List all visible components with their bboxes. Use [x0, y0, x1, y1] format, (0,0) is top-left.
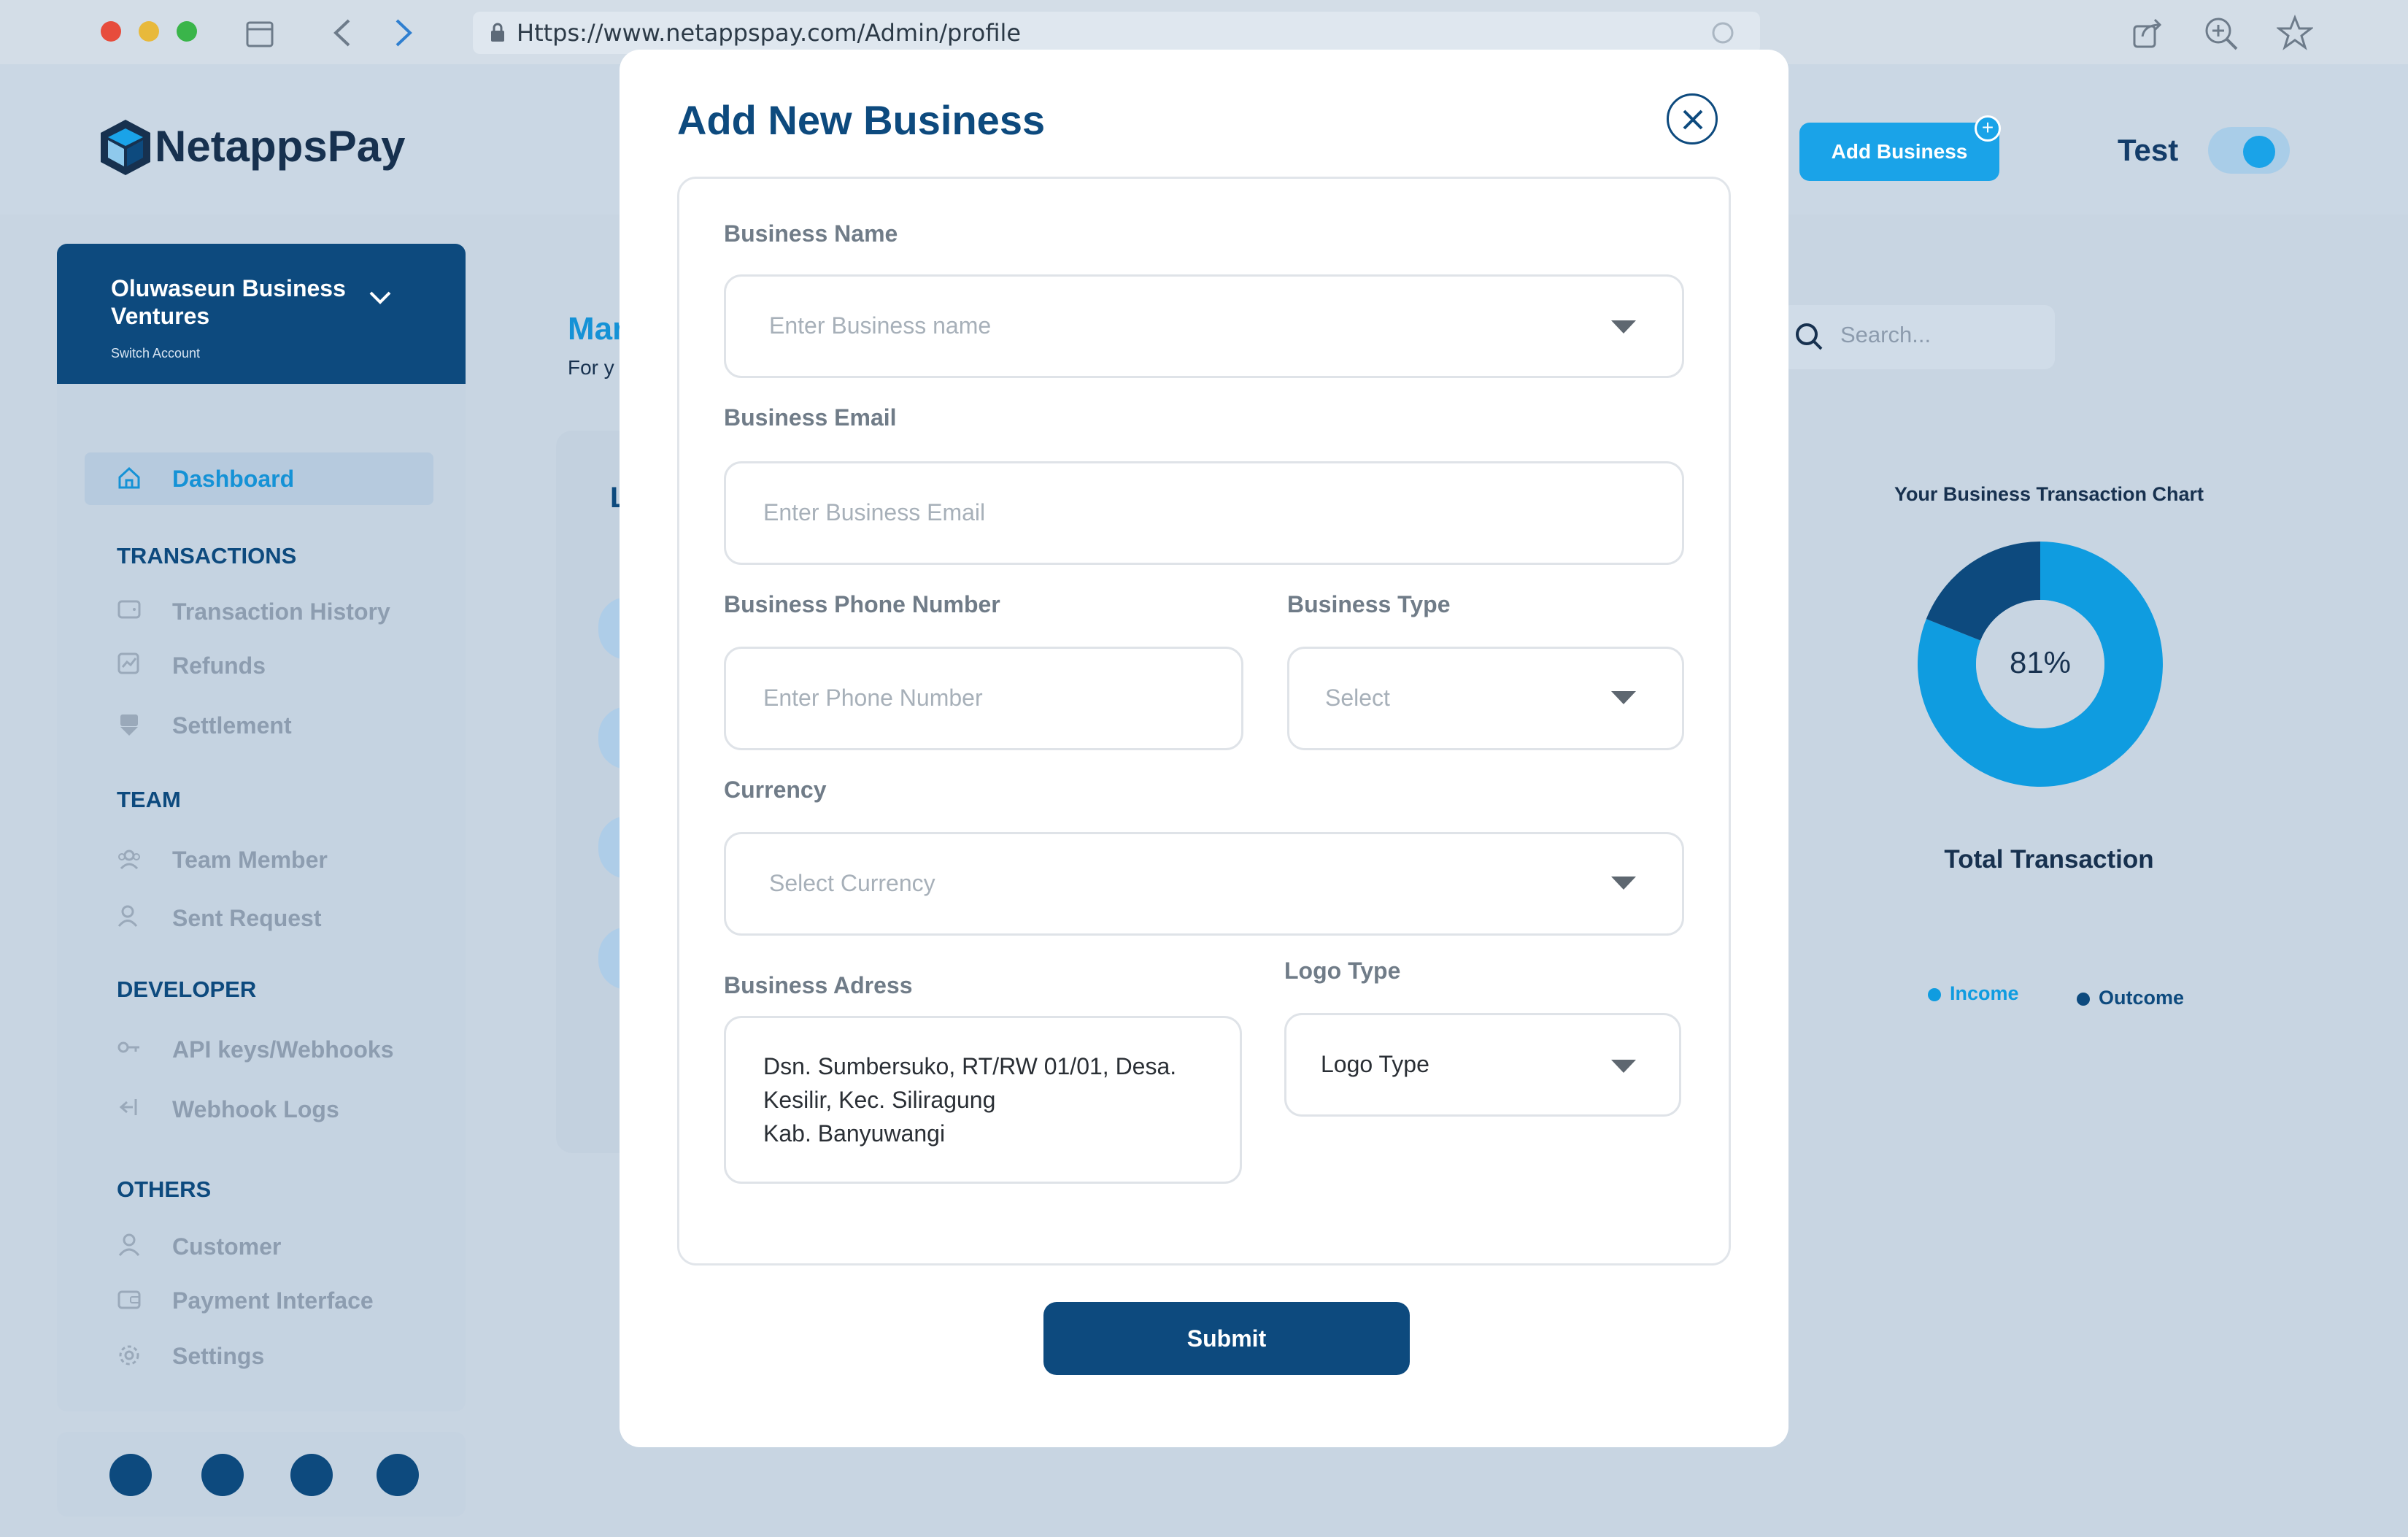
sidebar-item-api-keys[interactable]: API keys/Webhooks [172, 1036, 394, 1063]
maximize-window-icon[interactable] [177, 21, 197, 42]
help-icon[interactable] [201, 1454, 244, 1496]
caret-down-icon [1611, 1060, 1636, 1073]
forward-arrow-icon[interactable] [393, 18, 414, 48]
address-line: Dsn. Sumbersuko, RT/RW 01/01, Desa. [763, 1053, 1177, 1079]
business-address-value: Dsn. Sumbersuko, RT/RW 01/01, Desa. Kesi… [763, 1049, 1176, 1150]
team-icon [118, 850, 140, 870]
gear-icon [119, 1345, 139, 1365]
share-icon[interactable] [2131, 16, 2164, 50]
business-phone-placeholder: Enter Phone Number [763, 685, 983, 711]
section-title-developer: DEVELOPER [117, 976, 257, 1002]
sidebar-item-webhook-logs[interactable]: Webhook Logs [172, 1096, 339, 1123]
chevron-down-icon[interactable] [368, 289, 393, 307]
chart-caption: Total Transaction [1944, 845, 2154, 874]
sent-request-icon [117, 905, 138, 927]
legend-label-outcome: Outcome [2099, 987, 2185, 1009]
legend-label-income: Income [1950, 982, 2019, 1004]
settlement-icon [120, 714, 138, 736]
chart-center-value: 81% [2009, 645, 2072, 679]
reload-icon[interactable] [1710, 20, 1735, 45]
page-title: Mar [568, 311, 625, 347]
customer-icon [118, 1233, 140, 1256]
logout-icon[interactable] [377, 1454, 419, 1496]
business-name-placeholder: Enter Business name [769, 312, 992, 339]
bookmark-star-icon[interactable] [2277, 15, 2313, 51]
refund-chart-icon [117, 652, 139, 674]
toggle-knob [2243, 136, 2275, 168]
home-icon [118, 466, 140, 489]
business-email-label: Business Email [724, 404, 897, 431]
section-title-team: TEAM [117, 787, 181, 812]
sidebar-item-sent-request[interactable]: Sent Request [172, 905, 321, 932]
search-icon [1796, 323, 1823, 350]
legend-swatch-income [1928, 988, 1941, 1001]
address-line: Kesilir, Kec. Siliragung [763, 1087, 996, 1113]
netappspay-logo-icon [101, 120, 150, 175]
sidebar-item-payment-interface[interactable]: Payment Interface [172, 1287, 374, 1314]
sidebar-item-settlement[interactable]: Settlement [172, 712, 292, 739]
sidebar-item-transaction-history[interactable]: Transaction History [172, 598, 390, 625]
currency-placeholder: Select Currency [769, 870, 935, 896]
plus-icon: + [1975, 115, 2001, 142]
back-arrow-icon[interactable] [331, 18, 353, 48]
sidebar-item-label: Dashboard [172, 466, 295, 492]
section-title-others: OTHERS [117, 1176, 212, 1202]
url-text[interactable]: Https://www.netappspay.com/Admin/profile [517, 19, 1021, 47]
tabs-icon[interactable] [245, 19, 274, 48]
payment-interface-icon [117, 1290, 141, 1309]
switch-account-label[interactable]: Switch Account [111, 346, 200, 361]
business-phone-label: Business Phone Number [724, 591, 1000, 617]
business-type-label: Business Type [1287, 591, 1451, 617]
caret-down-icon [1611, 877, 1636, 890]
sidebar-item-team-member[interactable]: Team Member [172, 847, 328, 874]
logo-type-label: Logo Type [1284, 958, 1401, 984]
section-title-transactions: TRANSACTIONS [117, 543, 297, 569]
zoom-in-icon[interactable] [2204, 16, 2239, 51]
wallet-icon [117, 600, 141, 619]
close-icon [1683, 109, 1703, 130]
business-type-placeholder: Select [1325, 685, 1390, 711]
key-icon [117, 1041, 139, 1053]
webhook-logs-icon [119, 1099, 137, 1115]
document-icon[interactable] [109, 1454, 152, 1496]
chart-title: Your Business Transaction Chart [1894, 483, 2204, 505]
address-line: Kab. Banyuwangi [763, 1120, 946, 1147]
lock-icon [491, 23, 504, 42]
brand-name: NetappsPay [155, 122, 406, 171]
mode-label: Test [2118, 133, 2179, 167]
account-name: Oluwaseun Business Ventures [111, 275, 346, 329]
add-business-button[interactable]: Add Business [1799, 123, 1999, 181]
currency-label: Currency [724, 777, 827, 803]
minimize-window-icon[interactable] [139, 21, 159, 42]
business-email-placeholder: Enter Business Email [763, 499, 986, 525]
page-subtitle: For y [568, 356, 614, 379]
shield-icon[interactable] [290, 1454, 333, 1496]
logo-type-value: Logo Type [1321, 1051, 1429, 1077]
caret-down-icon [1611, 320, 1636, 334]
sidebar-item-refunds[interactable]: Refunds [172, 652, 266, 679]
modal-title: Add New Business [677, 97, 1046, 143]
submit-button[interactable]: Submit [1043, 1302, 1410, 1375]
legend-swatch-outcome [2077, 993, 2090, 1006]
business-address-label: Business Adress [724, 972, 913, 998]
sidebar-item-settings[interactable]: Settings [172, 1343, 264, 1370]
sidebar-item-customer[interactable]: Customer [172, 1233, 281, 1260]
search-placeholder: Search... [1840, 322, 1932, 347]
caret-down-icon [1611, 691, 1636, 704]
close-window-icon[interactable] [101, 21, 121, 42]
business-name-label: Business Name [724, 220, 898, 247]
